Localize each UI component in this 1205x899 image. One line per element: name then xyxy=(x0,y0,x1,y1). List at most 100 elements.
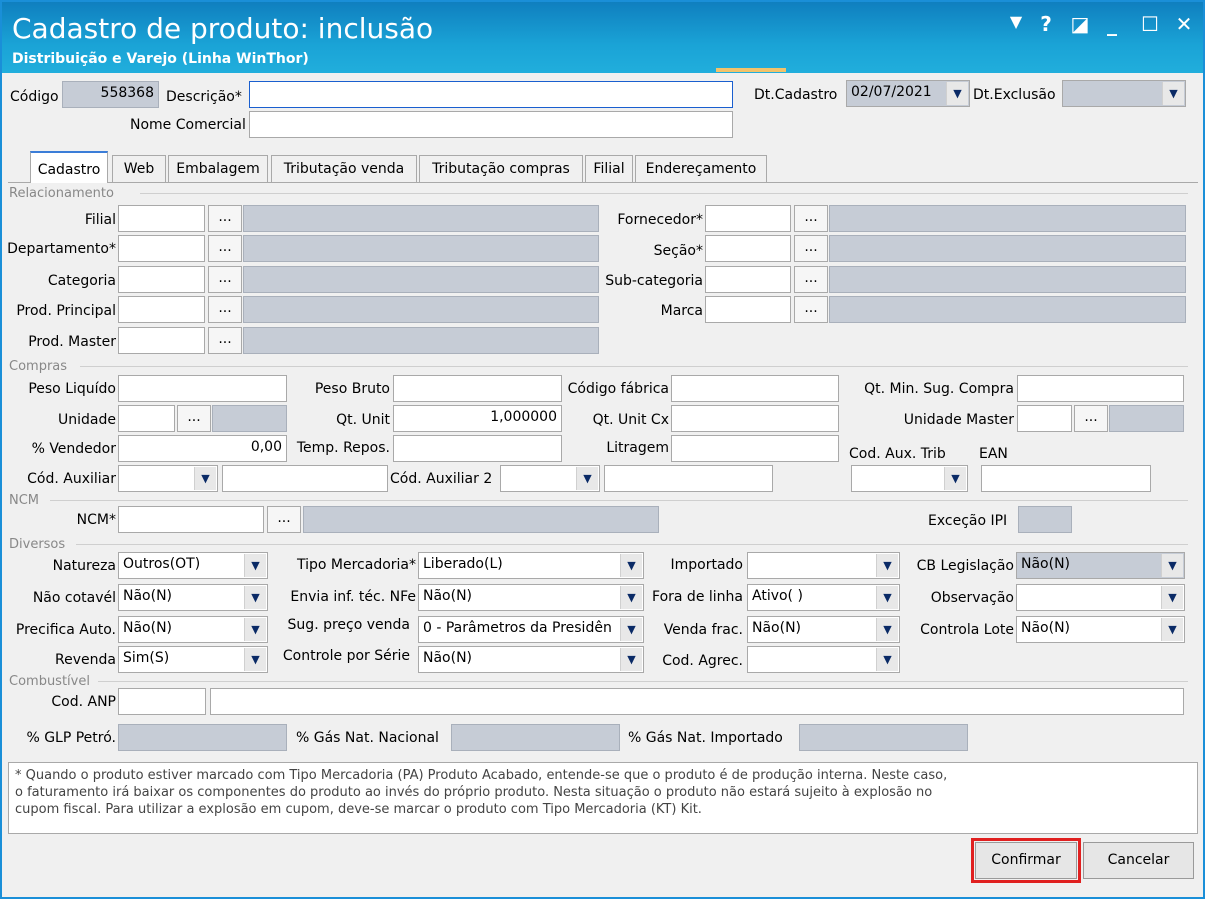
categoria-input[interactable] xyxy=(118,266,205,293)
chevron-down-icon: ▼ xyxy=(576,467,598,490)
cod-agrec-select[interactable]: ▼ xyxy=(747,646,900,673)
envia-inf-select[interactable]: Não(N) ▼ xyxy=(418,584,644,611)
maximize-icon[interactable]: ☐ xyxy=(1136,12,1164,36)
natureza-select[interactable]: Outros(OT) ▼ xyxy=(118,552,268,579)
peso-bruto-input[interactable] xyxy=(393,375,562,402)
marca-lookup-button[interactable]: ... xyxy=(794,296,828,323)
unidade-master-lookup-button[interactable]: ... xyxy=(1074,405,1108,432)
title-accent xyxy=(716,68,786,72)
nao-cotavel-select[interactable]: Não(N) ▼ xyxy=(118,584,268,611)
vendedor-input[interactable]: 0,00 xyxy=(118,435,287,462)
unidade-desc xyxy=(212,405,287,432)
departamento-label: Departamento* xyxy=(7,241,116,257)
filial-input[interactable] xyxy=(118,205,205,232)
info-note: * Quando o produto estiver marcado com T… xyxy=(8,762,1198,834)
subcategoria-input[interactable] xyxy=(705,266,791,293)
ncm-lookup-button[interactable]: ... xyxy=(267,506,301,533)
prod-principal-lookup-button[interactable]: ... xyxy=(208,296,242,323)
confirmar-button[interactable]: Confirmar xyxy=(975,842,1077,879)
codigo-fabrica-input[interactable] xyxy=(671,375,839,402)
observacao-select[interactable]: ▼ xyxy=(1016,584,1185,611)
dt-cadastro-label: Dt.Cadastro xyxy=(754,87,838,103)
cb-legislacao-select[interactable]: Não(N) ▼ xyxy=(1016,552,1185,579)
minimize-icon[interactable]: _ xyxy=(1098,12,1126,36)
tab-tributacao-venda[interactable]: Tributação venda xyxy=(271,155,417,182)
peso-liquido-label: Peso Liquído xyxy=(28,381,116,397)
ncm-label: NCM* xyxy=(76,512,116,528)
categoria-lookup-button[interactable]: ... xyxy=(208,266,242,293)
prod-principal-input[interactable] xyxy=(118,296,205,323)
qt-min-label: Qt. Min. Sug. Compra xyxy=(864,381,1014,397)
cod-auxiliar2-input[interactable] xyxy=(604,465,773,492)
temp-repos-input[interactable] xyxy=(393,435,562,462)
nao-cotavel-label: Não cotavél xyxy=(32,590,116,606)
cod-anp-desc-input[interactable] xyxy=(210,688,1184,715)
fora-linha-label: Fora de linha xyxy=(652,589,743,605)
departamento-input[interactable] xyxy=(118,235,205,262)
qt-unit-input[interactable]: 1,000000 xyxy=(393,405,562,432)
dt-exclusao-picker[interactable]: ▼ xyxy=(1062,80,1186,107)
dropdown-icon[interactable]: ▼ xyxy=(1002,12,1030,31)
litragem-input[interactable] xyxy=(671,435,839,462)
ncm-input[interactable] xyxy=(118,506,264,533)
dt-exclusao-label: Dt.Exclusão xyxy=(973,87,1056,103)
sug-preco-select[interactable]: 0 - Parâmetros da Presidên ▼ xyxy=(418,616,644,643)
qt-unit-cx-input[interactable] xyxy=(671,405,839,432)
close-icon[interactable]: ✕ xyxy=(1170,12,1198,36)
cod-auxiliar-select[interactable]: ▼ xyxy=(118,465,218,492)
importado-select[interactable]: ▼ xyxy=(747,552,900,579)
tab-filial[interactable]: Filial xyxy=(585,155,633,182)
unidade-input[interactable] xyxy=(118,405,175,432)
codigo-label: Código xyxy=(10,89,59,105)
cod-aux-trib-select[interactable]: ▼ xyxy=(851,465,968,492)
tab-web[interactable]: Web xyxy=(112,155,166,182)
vendedor-label: % Vendedor xyxy=(31,441,116,457)
tab-embalagem[interactable]: Embalagem xyxy=(168,155,268,182)
nome-comercial-label: Nome Comercial xyxy=(130,117,246,133)
unidade-lookup-button[interactable]: ... xyxy=(177,405,211,432)
filial-lookup-button[interactable]: ... xyxy=(208,205,242,232)
cod-agrec-label: Cod. Agrec. xyxy=(662,653,743,669)
subcategoria-lookup-button[interactable]: ... xyxy=(794,266,828,293)
tipo-mercadoria-select[interactable]: Liberado(L) ▼ xyxy=(418,552,644,579)
secao-lookup-button[interactable]: ... xyxy=(794,235,828,262)
tab-tributacao-compras[interactable]: Tributação compras xyxy=(419,155,583,182)
prod-master-input[interactable] xyxy=(118,327,205,354)
peso-liquido-input[interactable] xyxy=(118,375,287,402)
controla-lote-label: Controla Lote xyxy=(920,622,1014,638)
unidade-master-input[interactable] xyxy=(1017,405,1072,432)
restore-icon[interactable]: ◪ xyxy=(1066,12,1094,36)
fornecedor-input[interactable] xyxy=(705,205,791,232)
glp-field xyxy=(118,724,287,751)
descricao-input[interactable] xyxy=(249,81,733,108)
departamento-lookup-button[interactable]: ... xyxy=(208,235,242,262)
help-icon[interactable]: ? xyxy=(1032,12,1060,36)
marca-input[interactable] xyxy=(705,296,791,323)
cod-auxiliar2-select[interactable]: ▼ xyxy=(500,465,600,492)
section-ncm: NCM xyxy=(9,493,40,508)
fornecedor-lookup-button[interactable]: ... xyxy=(794,205,828,232)
chevron-down-icon: ▼ xyxy=(946,82,968,105)
cancelar-button[interactable]: Cancelar xyxy=(1083,842,1194,879)
cod-anp-input[interactable] xyxy=(118,688,206,715)
nome-comercial-input[interactable] xyxy=(249,111,733,138)
cod-auxiliar-input[interactable] xyxy=(222,465,388,492)
tab-enderecamento[interactable]: Endereçamento xyxy=(635,155,767,182)
departamento-desc xyxy=(243,235,599,262)
chevron-down-icon: ▼ xyxy=(1161,554,1183,577)
qt-min-input[interactable] xyxy=(1017,375,1184,402)
fora-linha-select[interactable]: Ativo( ) ▼ xyxy=(747,584,900,611)
venda-frac-value: Não(N) xyxy=(752,620,802,636)
revenda-select[interactable]: Sim(S) ▼ xyxy=(118,646,268,673)
prod-master-lookup-button[interactable]: ... xyxy=(208,327,242,354)
descricao-label: Descrição* xyxy=(166,89,242,105)
controle-serie-select[interactable]: Não(N) ▼ xyxy=(418,646,644,673)
dt-cadastro-picker[interactable]: 02/07/2021 ▼ xyxy=(846,80,970,107)
precifica-select[interactable]: Não(N) ▼ xyxy=(118,616,268,643)
ean-input[interactable] xyxy=(981,465,1151,492)
secao-input[interactable] xyxy=(705,235,791,262)
venda-frac-select[interactable]: Não(N) ▼ xyxy=(747,616,900,643)
controla-lote-select[interactable]: Não(N) ▼ xyxy=(1016,616,1185,643)
chevron-down-icon: ▼ xyxy=(876,618,898,641)
tab-cadastro[interactable]: Cadastro xyxy=(30,151,108,183)
